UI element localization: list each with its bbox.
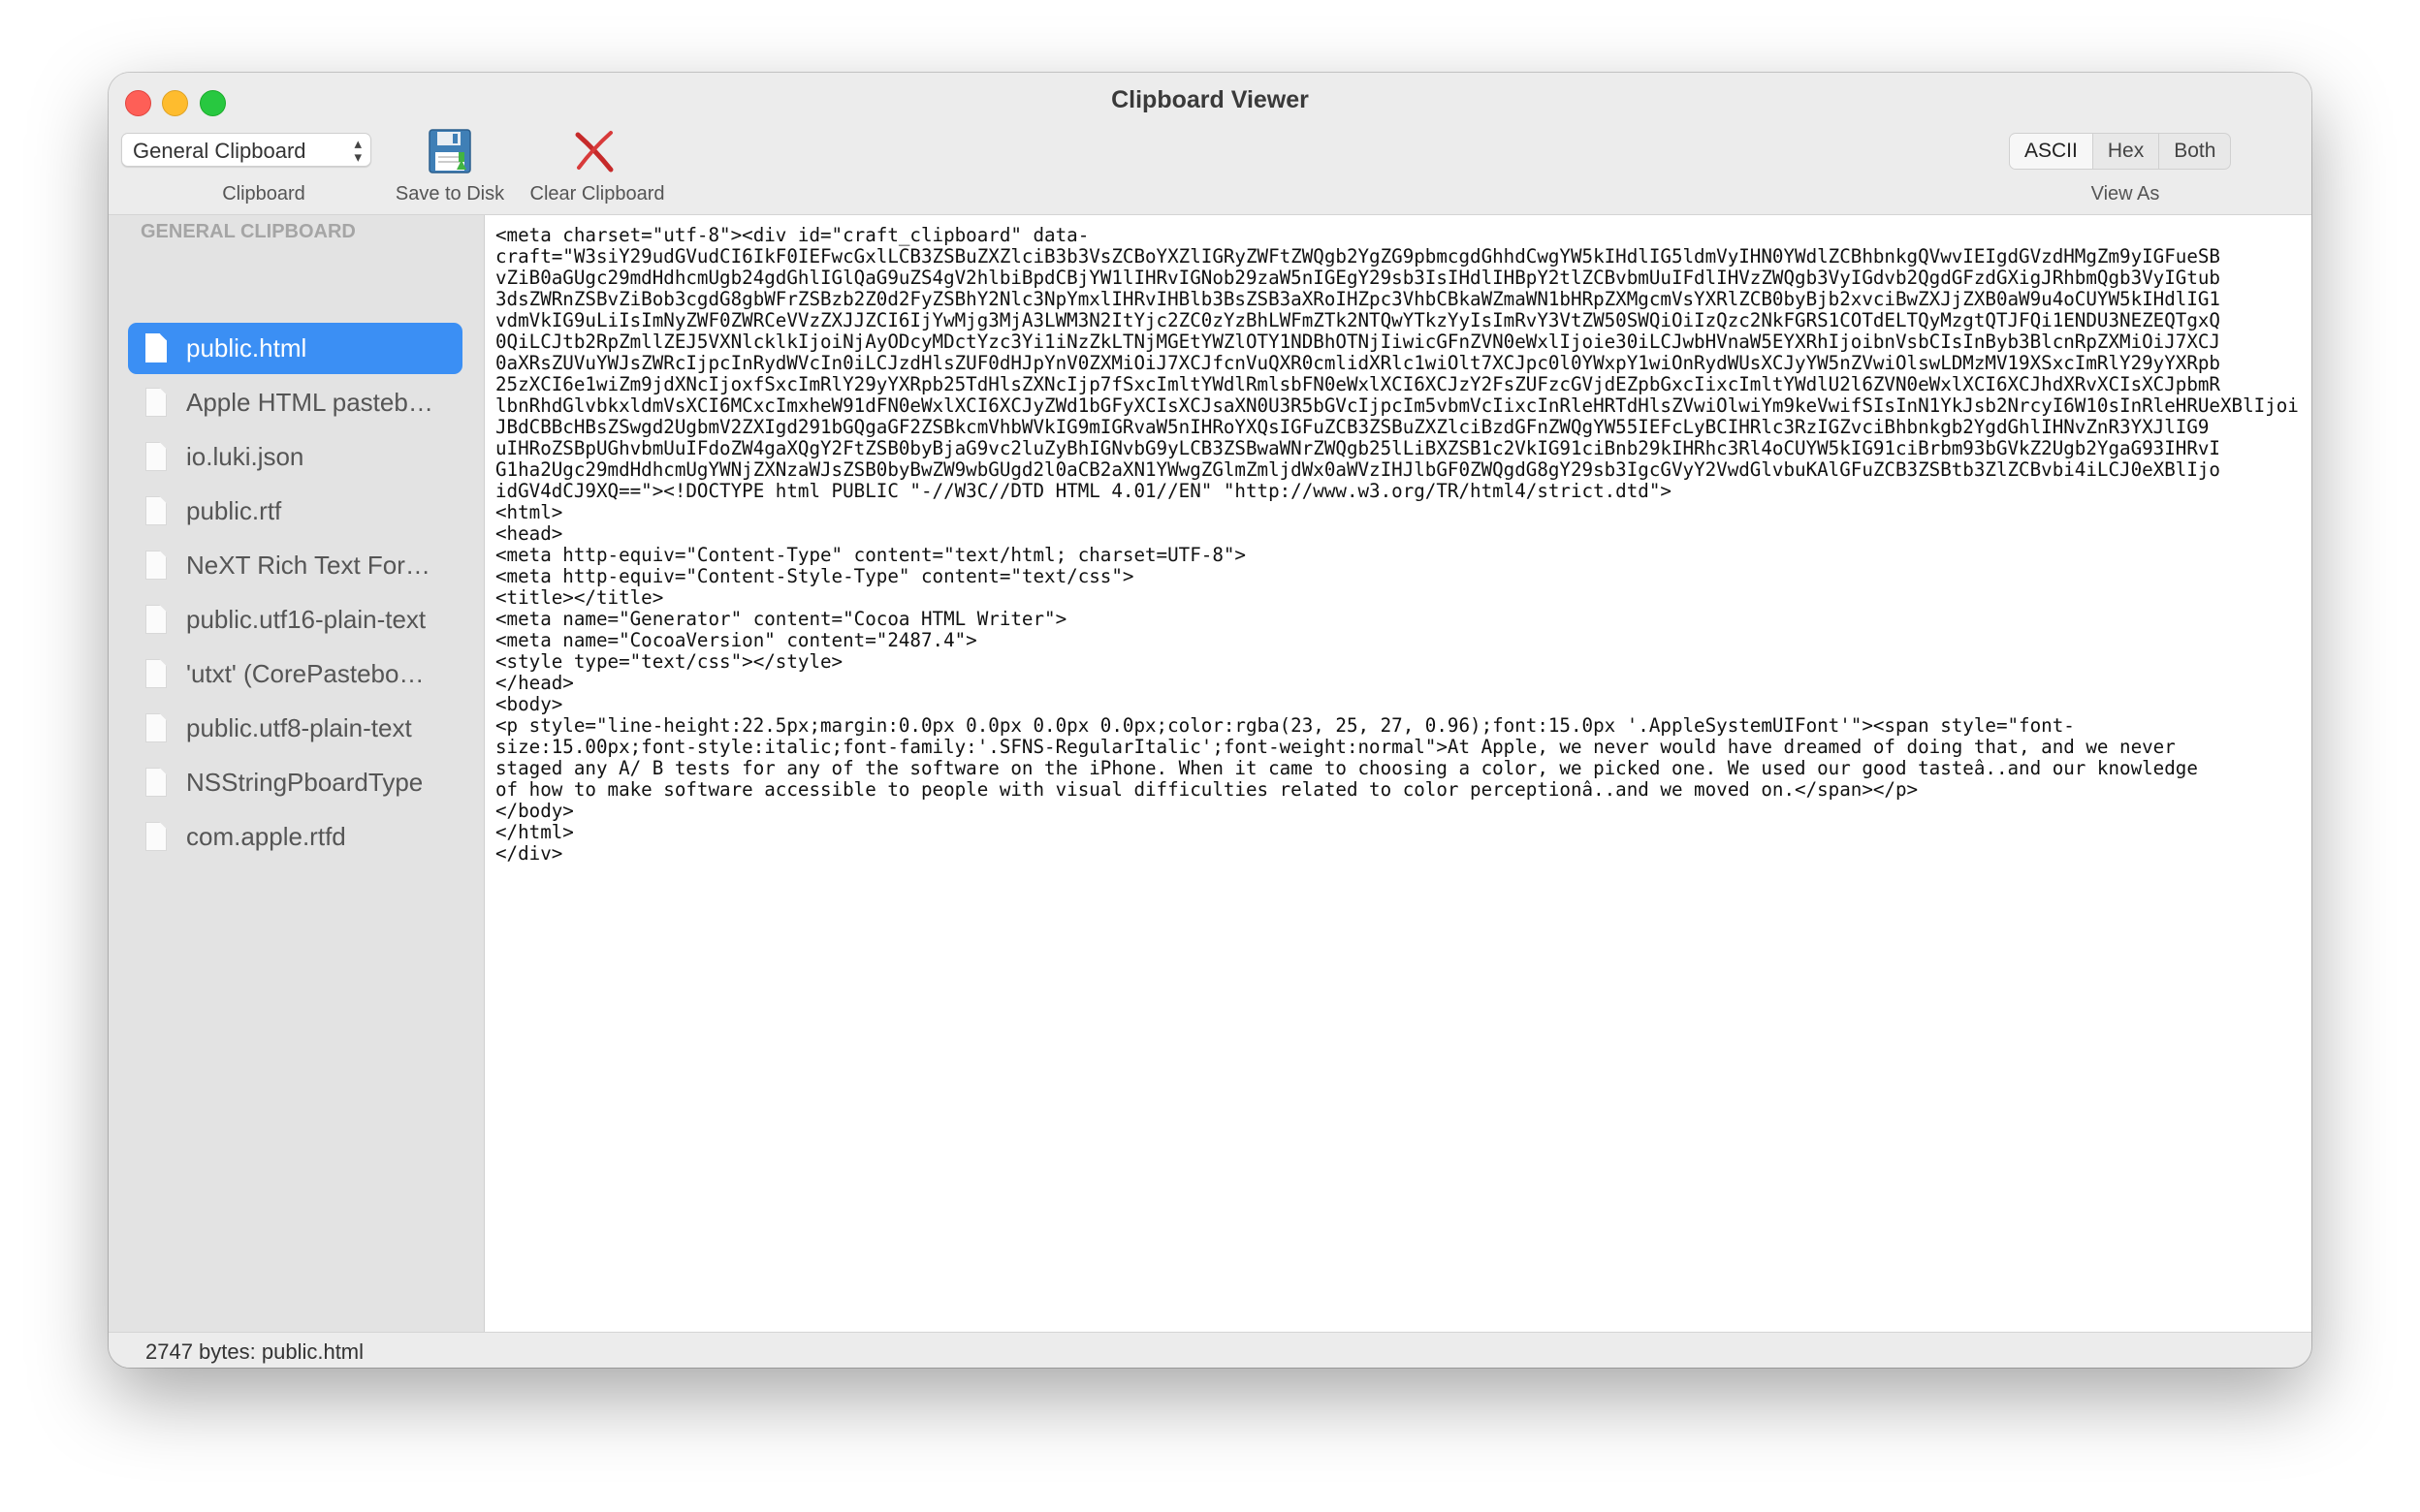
- sidebar-item-label: public.rtf: [186, 496, 282, 525]
- clipboard-text[interactable]: <meta charset="utf-8"><div id="craft_cli…: [485, 215, 2311, 865]
- sidebar-item-label: NeXT Rich Text For…: [186, 551, 430, 580]
- document-icon: [145, 768, 167, 797]
- view-mode-hex[interactable]: Hex: [2093, 134, 2160, 169]
- status-text: 2747 bytes: public.html: [145, 1339, 365, 1364]
- sidebar-item-apple-html-pasteboard[interactable]: Apple HTML pasteb…: [128, 377, 462, 428]
- document-icon: [145, 333, 167, 362]
- sidebar-item-public-utf16[interactable]: public.utf16-plain-text: [128, 594, 462, 646]
- document-icon: [145, 659, 167, 688]
- sidebar-item-com-apple-rtfd[interactable]: com.apple.rtfd: [128, 811, 462, 863]
- sidebar-item-label: com.apple.rtfd: [186, 822, 346, 851]
- clear-clipboard-button[interactable]: Clear Clipboard: [520, 183, 675, 205]
- clipboard-popup-value: General Clipboard: [133, 139, 306, 163]
- sidebar-item-label: io.luki.json: [186, 442, 304, 471]
- sidebar-item-label: public.html: [186, 333, 307, 362]
- sidebar-item-label: public.utf8-plain-text: [186, 713, 412, 742]
- document-icon: [145, 713, 167, 742]
- clipboard-content-view[interactable]: <meta charset="utf-8"><div id="craft_cli…: [485, 215, 2311, 1332]
- sidebar: GENERAL CLIPBOARD public.html Apple HTML…: [109, 215, 485, 1332]
- status-bar: 2747 bytes: public.html: [109, 1332, 2311, 1368]
- view-mode-ascii[interactable]: ASCII: [2010, 134, 2093, 169]
- sidebar-item-label: 'utxt' (CorePastebo…: [186, 659, 425, 688]
- sidebar-item-label: NSStringPboardType: [186, 768, 424, 797]
- sidebar-item-label: public.utf16-plain-text: [186, 605, 427, 634]
- clipboard-viewer-window: Clipboard Viewer General Clipboard ▴ ▾ Cl…: [109, 73, 2311, 1368]
- view-mode-segmented-control[interactable]: ASCII Hex Both: [2009, 133, 2232, 170]
- sidebar-item-utxt[interactable]: 'utxt' (CorePastebo…: [128, 648, 462, 700]
- floppy-disk-icon[interactable]: [428, 127, 472, 175]
- document-icon: [145, 442, 167, 471]
- document-icon: [145, 551, 167, 580]
- document-icon: [145, 388, 167, 417]
- sidebar-item-io-luki-json[interactable]: io.luki.json: [128, 431, 462, 483]
- view-as-label: View As: [2090, 183, 2160, 205]
- document-icon: [145, 822, 167, 851]
- chevron-updown-icon: ▴ ▾: [354, 136, 362, 166]
- toolbar: Clipboard Viewer General Clipboard ▴ ▾ Cl…: [109, 73, 2311, 215]
- clipboard-label: Clipboard: [222, 183, 305, 205]
- view-mode-both[interactable]: Both: [2159, 134, 2230, 169]
- clipboard-popup[interactable]: General Clipboard ▴ ▾: [121, 133, 371, 167]
- sidebar-item-public-rtf[interactable]: public.rtf: [128, 486, 462, 537]
- save-to-disk-button[interactable]: Save to Disk: [388, 183, 512, 205]
- window-title: Clipboard Viewer: [1111, 86, 1309, 113]
- sidebar-item-public-html[interactable]: public.html: [128, 323, 462, 374]
- sidebar-item-nsstringpboardtype[interactable]: NSStringPboardType: [128, 757, 462, 808]
- clear-x-icon[interactable]: [572, 129, 617, 173]
- document-icon: [145, 496, 167, 525]
- document-icon: [145, 605, 167, 634]
- sidebar-item-public-utf8[interactable]: public.utf8-plain-text: [128, 703, 462, 754]
- sidebar-header: GENERAL CLIPBOARD: [141, 221, 356, 242]
- sidebar-item-next-rich-text[interactable]: NeXT Rich Text For…: [128, 540, 462, 591]
- sidebar-item-label: Apple HTML pasteb…: [186, 388, 433, 417]
